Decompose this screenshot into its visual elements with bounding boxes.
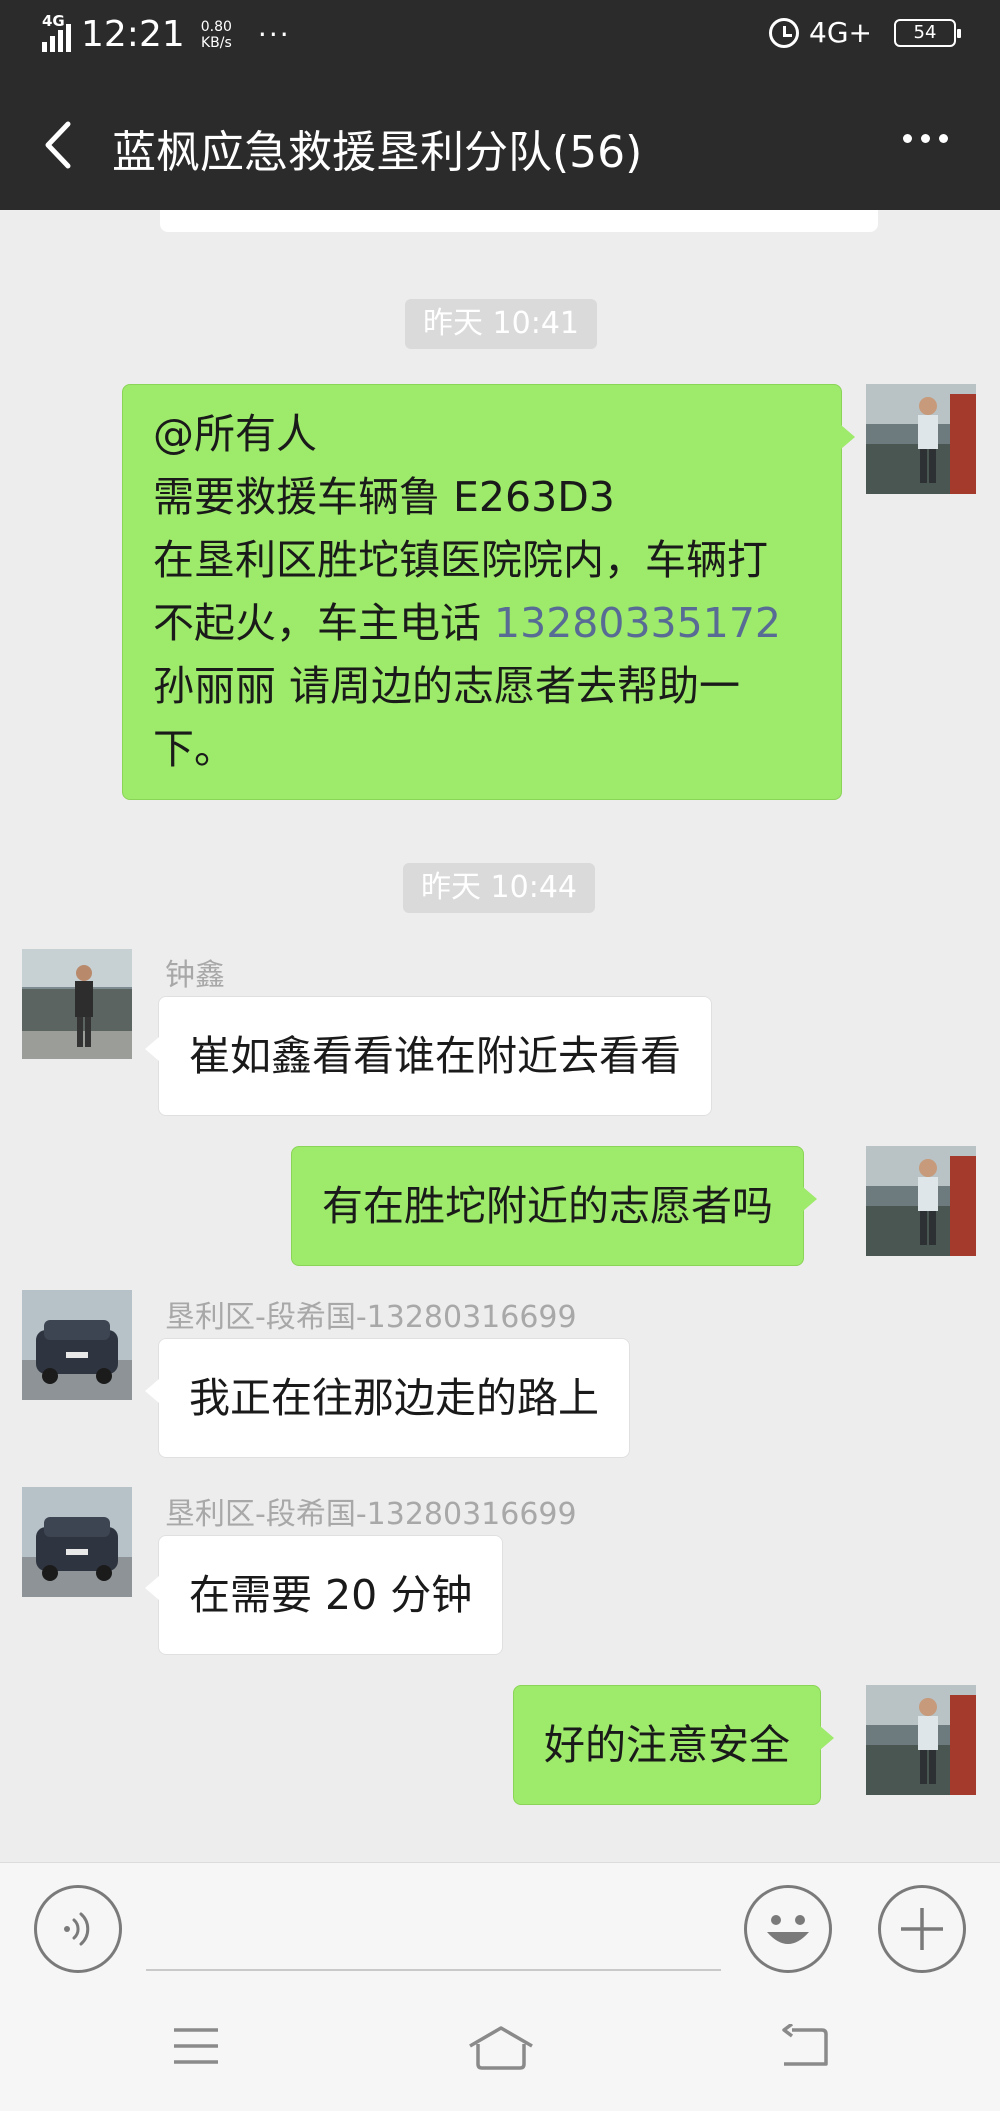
chat-title: 蓝枫应急救援垦利分队(56) [112,127,643,178]
incoming-message-bubble[interactable]: 我正在往那边走的路上 [145,1338,630,1458]
speed-value: 0.80 [200,18,232,35]
speed-unit: KB/s [200,34,232,51]
more-options-icon[interactable] [903,134,948,143]
timestamp: 昨天 10:41 [405,299,597,349]
emoji-icon[interactable] [744,1885,832,1973]
message-line: 不起火，车主电话 13280335172 [153,592,811,655]
battery-icon: 54 [894,18,961,47]
home-icon[interactable] [466,2024,536,2072]
my-avatar[interactable] [866,384,976,494]
message-line: 在垦利区胜坨镇医院院内，车辆打 [153,536,768,584]
message-text: 我正在往那边走的路上 [189,1374,599,1422]
message-text: 有在胜坨附近的志愿者吗 [322,1182,773,1230]
system-nav-bar [0,1992,1000,2111]
network-speed: 0.80 KB/s [201,19,232,51]
sender-avatar[interactable] [22,1487,132,1597]
back-icon[interactable] [40,120,80,170]
incoming-message-bubble[interactable]: 崔如鑫看看谁在附近去看看 [145,996,712,1116]
message-text: 崔如鑫看看谁在附近去看看 [189,1032,681,1080]
outgoing-message-bubble[interactable]: 好的注意安全 [513,1685,834,1805]
plus-icon[interactable] [878,1885,966,1973]
battery-level: 54 [913,22,937,43]
my-avatar[interactable] [866,1685,976,1795]
alarm-icon [769,17,800,48]
timestamp: 昨天 10:44 [403,863,595,913]
sender-avatar[interactable] [22,949,132,1059]
clock: 12:21 [81,14,185,55]
message-text: 在需要 20 分钟 [189,1571,473,1619]
message-line: 孙丽丽 请周边的志愿者去帮助一 [153,662,741,710]
sender-name: 垦利区-段希国-13280316699 [165,1497,577,1532]
voice-input-icon[interactable] [34,1885,122,1973]
signal-icon: 4G [42,12,71,52]
input-bar [0,1862,1000,1992]
outgoing-message-bubble[interactable]: 有在胜坨附近的志愿者吗 [291,1146,817,1266]
sender-avatar[interactable] [22,1290,132,1400]
previous-message-bubble [160,210,878,232]
message-line: 下。 [153,725,235,773]
message-line: @所有人 [153,410,317,458]
message-text: 好的注意安全 [544,1721,790,1769]
chat-header: 蓝枫应急救援垦利分队(56) [0,76,1000,210]
network-type-label: 4G [42,11,65,30]
outgoing-message-bubble[interactable]: @所有人 需要救援车辆鲁 E263D3 在垦利区胜坨镇医院院内，车辆打 不起火，… [122,384,855,800]
sender-name: 垦利区-段希国-13280316699 [165,1300,577,1335]
notification-more-icon: ··· [257,18,291,51]
message-list[interactable]: 昨天 10:41 @所有人 需要救援车辆鲁 E263D3 在垦利区胜坨镇医院院内… [0,210,1000,1862]
incoming-message-bubble[interactable]: 在需要 20 分钟 [144,1535,504,1655]
message-line: 需要救援车辆鲁 E263D3 [153,473,615,521]
menu-icon[interactable] [170,2024,222,2068]
my-avatar[interactable] [866,1146,976,1256]
message-text: 不起火，车主电话 [153,599,495,647]
sender-name: 钟鑫 [165,958,225,993]
phone-link[interactable]: 13280335172 [494,599,781,647]
status-bar: 4G 12:21 0.80 KB/s ··· 4G+ 54 [0,0,1000,76]
network-label: 4G+ [809,16,872,49]
message-input[interactable] [146,1969,721,1971]
back-nav-icon[interactable] [778,2024,830,2070]
